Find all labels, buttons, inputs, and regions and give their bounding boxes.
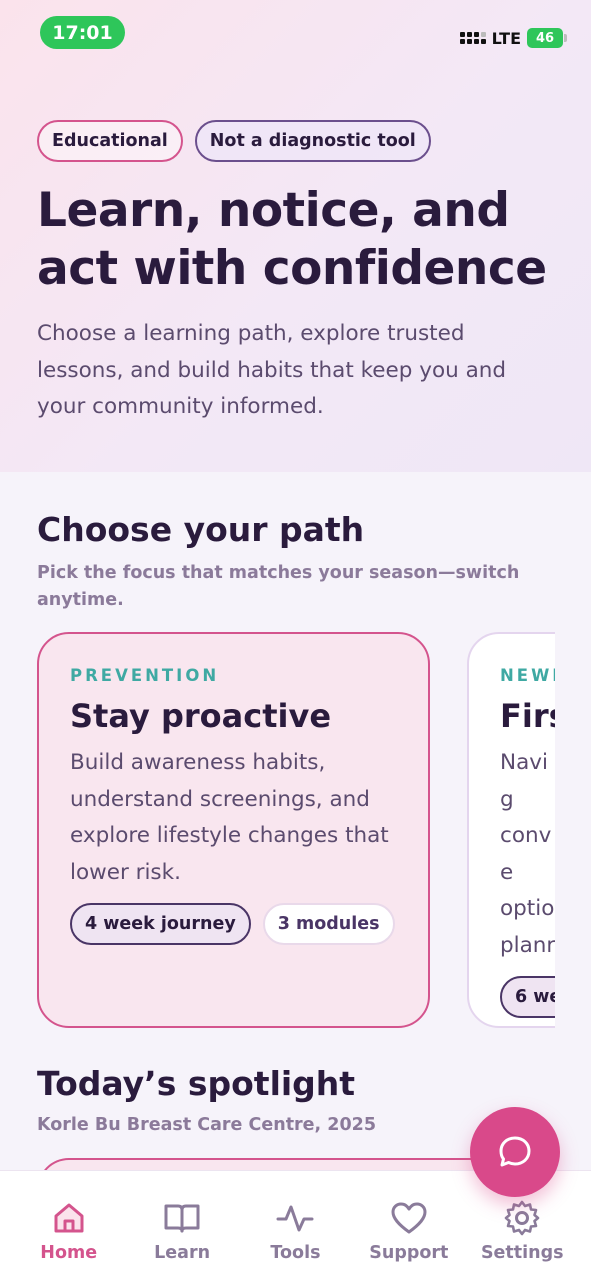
path-carousel[interactable]: PREVENTION Stay proactive Build awarenes… (0, 630, 555, 1030)
signal-icon (459, 32, 486, 44)
tab-label: Home (40, 1243, 98, 1263)
path-card-prevention[interactable]: PREVENTION Stay proactive Build awarenes… (37, 632, 430, 1028)
pulse-icon (276, 1205, 314, 1232)
battery-icon: 46 (527, 28, 567, 48)
tab-label: Support (369, 1243, 449, 1263)
tab-support[interactable]: Support (354, 1171, 464, 1280)
path-card-next[interactable]: NEWI Firs Navig conve optio planr 6 we (467, 632, 555, 1028)
status-time: 17:01 (40, 16, 125, 49)
card-title: Stay proactive (70, 697, 332, 735)
hero-chips: Educational Not a diagnostic tool (37, 120, 431, 162)
tab-label: Settings (480, 1243, 564, 1263)
card-eyebrow: NEWI (500, 666, 555, 685)
book-icon (164, 1204, 200, 1233)
card-eyebrow: PREVENTION (70, 666, 220, 685)
tab-tools[interactable]: Tools (240, 1171, 350, 1280)
hero-subtitle: Choose a learning path, explore trusted … (37, 321, 507, 419)
duration-tag: 6 we (500, 976, 555, 1018)
home-icon (54, 1203, 84, 1233)
heart-icon (391, 1202, 427, 1234)
tab-learn[interactable]: Learn (127, 1171, 237, 1280)
card-title: Firs (500, 697, 555, 735)
spotlight-subtitle: Korle Bu Breast Care Centre, 2025 (37, 1115, 377, 1135)
hero-title: Learn, notice, and act with confidence (37, 183, 547, 296)
network-label: LTE (491, 28, 521, 48)
tab-home[interactable]: Home (14, 1171, 124, 1280)
disclaimer-chip: Not a diagnostic tool (194, 120, 431, 162)
tab-label: Learn (154, 1243, 211, 1263)
choose-path-subtitle: Pick the focus that matches your season—… (37, 563, 520, 610)
duration-tag: 4 week journey (70, 903, 251, 945)
chat-bubble-icon (499, 1136, 531, 1167)
choose-path-title: Choose your path (37, 510, 365, 549)
card-tags: 4 week journey 3 modules (70, 903, 398, 945)
modules-tag: 3 modules (262, 903, 395, 945)
card-description: Navig conve optio planr (500, 750, 555, 958)
card-tags: 6 we (500, 976, 555, 1018)
spotlight-title: Today’s spotlight (37, 1064, 356, 1103)
gear-icon (504, 1200, 540, 1236)
chat-fab-button[interactable] (470, 1107, 560, 1197)
tab-label: Tools (270, 1243, 321, 1263)
card-description: Build awareness habits, understand scree… (70, 750, 389, 885)
educational-chip: Educational (37, 120, 183, 162)
status-indicators: LTE 46 (459, 26, 567, 50)
